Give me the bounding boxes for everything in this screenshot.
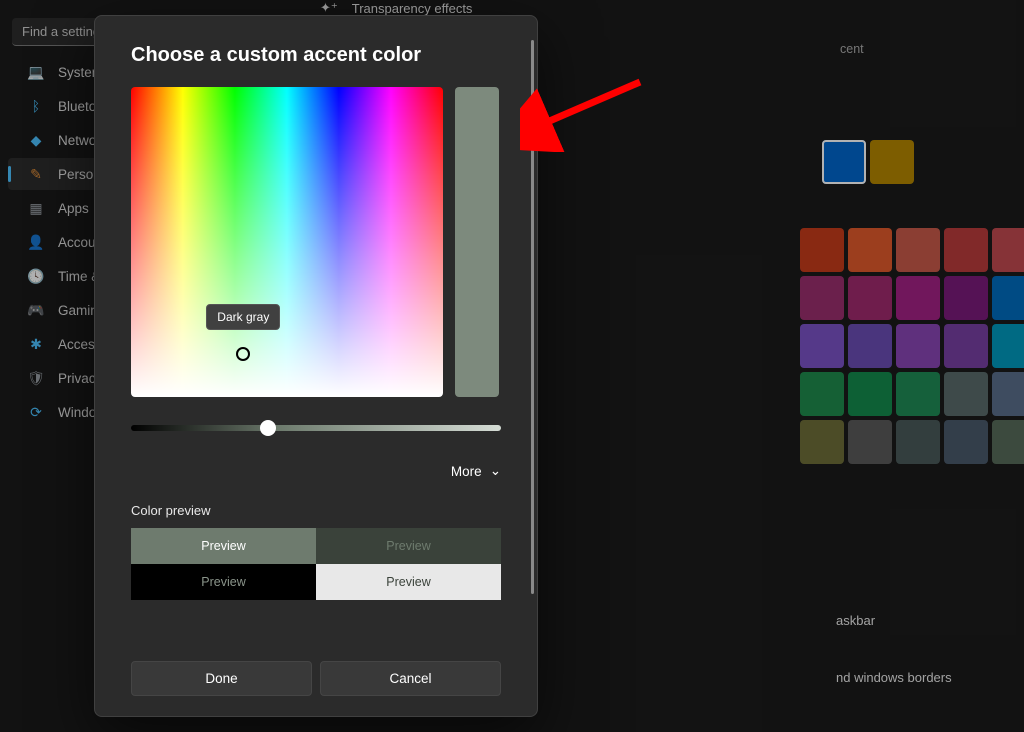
more-toggle[interactable]: More ⌄ xyxy=(131,463,501,479)
done-button[interactable]: Done xyxy=(131,661,312,696)
color-tooltip: Dark gray xyxy=(206,304,280,330)
value-slider-thumb[interactable] xyxy=(260,420,276,436)
cancel-button[interactable]: Cancel xyxy=(320,661,501,696)
preview-cell: Preview xyxy=(131,528,316,564)
dialog-scrollbar[interactable] xyxy=(531,40,534,594)
chevron-down-icon: ⌄ xyxy=(490,463,501,479)
preview-cell: Preview xyxy=(316,528,501,564)
color-preview-grid: PreviewPreviewPreviewPreview xyxy=(131,528,501,600)
more-label: More xyxy=(451,464,482,479)
picker-cursor[interactable] xyxy=(236,347,250,361)
hue-saturation-area[interactable]: Dark gray xyxy=(131,87,443,397)
color-picker-dialog: Choose a custom accent color Dark gray M… xyxy=(94,15,538,717)
color-preview-label: Color preview xyxy=(131,503,501,518)
preview-cell: Preview xyxy=(316,564,501,600)
current-color-swatch xyxy=(455,87,499,397)
dialog-title: Choose a custom accent color xyxy=(131,44,501,67)
value-slider[interactable] xyxy=(131,425,501,431)
preview-cell: Preview xyxy=(131,564,316,600)
